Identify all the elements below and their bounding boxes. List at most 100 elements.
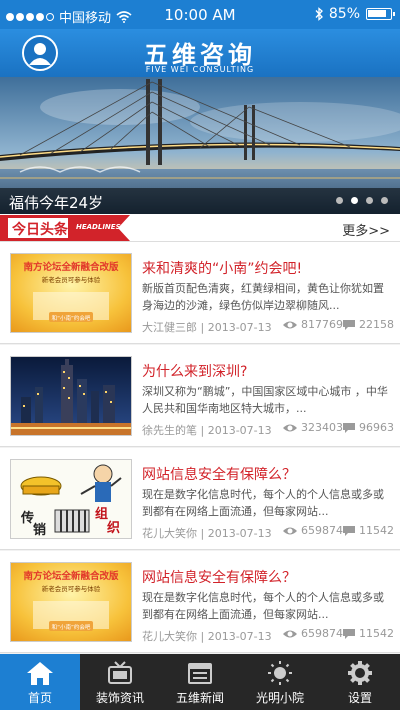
sun-icon (268, 661, 292, 685)
comments-count: 11542 (359, 627, 394, 640)
article-comments: 96963 (342, 421, 394, 434)
tab-label: 首页 (27, 691, 52, 705)
article-views: 659874 (282, 524, 343, 537)
article-meta: 花儿大笑你 | 2013-07-13 (142, 525, 272, 541)
comment-icon (343, 628, 355, 639)
article-meta: 徐先生的笔 | 2013-07-13 (142, 422, 272, 438)
article-date: 2013-07-13 (207, 424, 272, 437)
headlines-title-en: HEADLINES (76, 223, 121, 231)
svg-text:传: 传 (20, 510, 34, 526)
banner-carousel[interactable]: 福伟今年24岁 (0, 77, 400, 214)
article-date: 2013-07-13 (207, 527, 272, 540)
meta-separator: | (200, 321, 208, 334)
svg-text:和“小南”约会吧: 和“小南”约会吧 (52, 314, 91, 322)
article-meta: 大江健三郎 | 2013-07-13 (142, 319, 272, 335)
meta-separator: | (200, 630, 208, 643)
article-date: 2013-07-13 (207, 630, 272, 643)
article-title: 为什么来到深圳? (142, 364, 248, 380)
article-views: 659874 (282, 627, 343, 640)
tab-item[interactable]: 首页 (0, 654, 80, 710)
comment-icon (343, 319, 355, 330)
banner-caption: 福伟今年24岁 (9, 194, 104, 212)
pager-dot[interactable] (336, 197, 343, 204)
svg-text:销: 销 (33, 522, 46, 538)
tab-label: 光明小院 (255, 691, 304, 705)
pager-dot[interactable] (351, 197, 358, 204)
views-count: 659874 (301, 524, 343, 537)
app-subtitle: FIVE WEI CONSULTING (145, 65, 255, 74)
article-comments: 11542 (342, 524, 394, 537)
city-night-thumbnail (11, 357, 131, 435)
status-right: 85% (315, 6, 395, 22)
comment-icon (343, 525, 355, 536)
home-icon (27, 662, 53, 685)
article-title: 来和清爽的“小南”约会吧! (142, 261, 303, 277)
article-item[interactable]: 传 销 组 织 网站信息安全有保障么？ 现在是数字化信息时代，每个人的个人信息或… (0, 448, 400, 550)
views-count: 323403 (301, 421, 343, 434)
gear-icon (348, 661, 372, 685)
comment-icon (343, 422, 355, 433)
article-title: 网站信息安全有保障么？ (142, 570, 296, 586)
promo-thumbnail: 南方论坛全新融合改版 新老会员可参与体验 和“小南”约会吧 (11, 254, 131, 332)
article-thumbnail (10, 356, 132, 436)
tab-item[interactable]: 光明小院 (240, 654, 320, 710)
article-views: 817769 (282, 318, 343, 331)
tab-label: 装饰资讯 (95, 691, 144, 705)
article-author: 花儿大笑你 (142, 527, 197, 540)
pager-dot[interactable] (366, 197, 373, 204)
article-item[interactable]: 南方论坛全新融合改版 新老会员可参与体验 和“小南”约会吧 网站信息安全有保障么… (0, 551, 400, 653)
bottom-tab-bar: 首页 装饰资讯 五维新闻 光明小院 设置 (0, 654, 400, 710)
article-author: 花儿大笑你 (142, 630, 197, 643)
article-author: 大江健三郎 (142, 321, 197, 334)
tab-item[interactable]: 五维新闻 (160, 654, 240, 710)
svg-text:南方论坛全新融合改版: 南方论坛全新融合改版 (23, 570, 119, 582)
headlines-bar: 今日头条 HEADLINES 更多>> (0, 214, 400, 242)
pager-dot[interactable] (381, 197, 388, 204)
svg-text:南方论坛全新融合改版: 南方论坛全新融合改版 (23, 261, 119, 273)
battery-percent: 85% (328, 6, 360, 22)
banner-caption-bar: 福伟今年24岁 (0, 188, 400, 214)
article-meta: 花儿大笑你 | 2013-07-13 (142, 628, 272, 644)
more-link[interactable]: 更多>> (342, 220, 390, 239)
svg-text:新老会员可参与体验: 新老会员可参与体验 (42, 584, 101, 593)
eye-icon (283, 527, 297, 534)
article-item[interactable]: 南方论坛全新融合改版 新老会员可参与体验 和“小南”约会吧 来和清爽的“小南”约… (0, 242, 400, 344)
article-comments: 11542 (342, 627, 394, 640)
comments-count: 22158 (359, 318, 394, 331)
comments-count: 96963 (359, 421, 394, 434)
banner-pager[interactable] (336, 197, 388, 204)
comments-count: 11542 (359, 524, 394, 537)
eye-icon (283, 424, 297, 431)
tab-item[interactable]: 装饰资讯 (80, 654, 160, 710)
tab-item[interactable]: 设置 (320, 654, 400, 710)
svg-text:和“小南”约会吧: 和“小南”约会吧 (52, 623, 91, 631)
svg-text:织: 织 (107, 520, 120, 536)
news-icon (188, 663, 212, 684)
article-thumbnail: 南方论坛全新融合改版 新老会员可参与体验 和“小南”约会吧 (10, 253, 132, 333)
battery-fill (368, 10, 386, 17)
article-author: 徐先生的笔 (142, 424, 197, 437)
article-comments: 22158 (342, 318, 394, 331)
meta-separator: | (200, 527, 208, 540)
promo-thumbnail: 南方论坛全新融合改版 新老会员可参与体验 和“小南”约会吧 (11, 563, 131, 641)
article-title: 网站信息安全有保障么？ (142, 467, 296, 483)
article-summary: 深圳又称为“鹏城”，中国国家区域中心城市 ，中华人民共和国华南地区特大城市，..… (142, 385, 388, 415)
eye-icon (283, 321, 297, 328)
svg-text:组: 组 (95, 506, 108, 522)
tv-icon (108, 661, 132, 684)
app-header: 五维咨询 FIVE WEI CONSULTING (0, 29, 400, 77)
article-summary: 现在是数字化信息时代，每个人的个人信息或多或到都有在网络上面流通，但每家网站..… (142, 591, 384, 621)
svg-text:新老会员可参与体验: 新老会员可参与体验 (42, 275, 101, 284)
views-count: 817769 (301, 318, 343, 331)
article-views: 323403 (282, 421, 343, 434)
meta-separator: | (200, 424, 208, 437)
eye-icon (283, 630, 297, 637)
tab-label: 五维新闻 (175, 691, 224, 705)
article-thumbnail: 南方论坛全新融合改版 新老会员可参与体验 和“小南”约会吧 (10, 562, 132, 642)
article-summary: 现在是数字化信息时代，每个人的个人信息或多或到都有在网络上面流通，但每家网站..… (142, 488, 384, 518)
views-count: 659874 (301, 627, 343, 640)
tab-label: 设置 (347, 691, 372, 705)
status-bar: 中国移动 10:00 AM 85% (0, 0, 400, 29)
article-thumbnail: 传 销 组 织 (10, 459, 132, 539)
article-item[interactable]: 为什么来到深圳? 深圳又称为“鹏城”，中国国家区域中心城市 ，中华人民共和国华南… (0, 345, 400, 447)
